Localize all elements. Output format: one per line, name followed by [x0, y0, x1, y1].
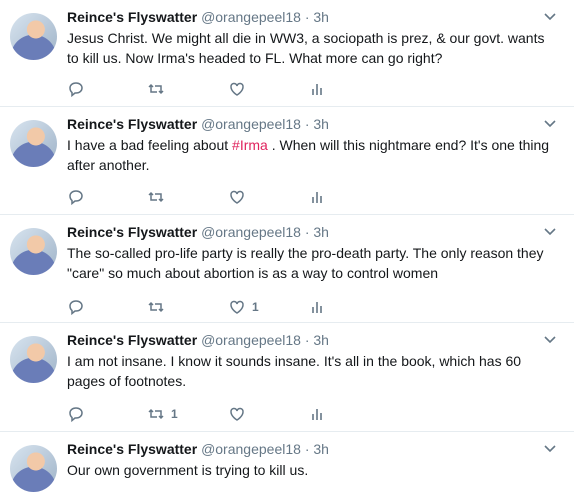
- tweet-actions: [67, 79, 347, 99]
- chevron-down-icon[interactable]: [542, 331, 558, 347]
- retweet-button[interactable]: [147, 187, 171, 207]
- reply-button[interactable]: [67, 187, 85, 207]
- avatar[interactable]: [10, 13, 57, 60]
- analytics-icon: [312, 302, 322, 313]
- retweet-button[interactable]: 1: [147, 404, 178, 424]
- reply-icon: [69, 190, 83, 206]
- handle[interactable]: @orangepeel18: [201, 332, 301, 348]
- tweet[interactable]: Reince's Flyswatter @orangepeel18 · 3h J…: [0, 0, 574, 107]
- analytics-icon: [312, 409, 322, 420]
- analytics-button[interactable]: [308, 79, 326, 99]
- tweet-actions: 1: [67, 297, 347, 317]
- analytics-icon: [312, 192, 322, 203]
- display-name[interactable]: Reince's Flyswatter: [67, 116, 197, 132]
- display-name[interactable]: Reince's Flyswatter: [67, 224, 197, 240]
- hashtag-link[interactable]: #Irma: [232, 137, 268, 153]
- retweet-icon: [148, 83, 164, 95]
- retweet-icon: [148, 191, 164, 203]
- tweet-actions: [67, 187, 347, 207]
- like-button[interactable]: [228, 404, 252, 424]
- timestamp[interactable]: · 3h: [305, 116, 329, 132]
- tweet-header: Reince's Flyswatter @orangepeel18 · 3h: [67, 331, 329, 349]
- reply-button[interactable]: [67, 79, 85, 99]
- tweet[interactable]: Reince's Flyswatter @orangepeel18 · 3h I…: [0, 323, 574, 432]
- tweet[interactable]: Reince's Flyswatter @orangepeel18 · 3h O…: [0, 432, 574, 492]
- avatar[interactable]: [10, 120, 57, 167]
- timestamp[interactable]: · 3h: [305, 224, 329, 240]
- heart-icon: [230, 407, 244, 421]
- tweet-text: Our own government is trying to kill us.: [67, 460, 557, 480]
- tweet-header: Reince's Flyswatter @orangepeel18 · 3h: [67, 223, 329, 241]
- display-name[interactable]: Reince's Flyswatter: [67, 441, 197, 457]
- reply-icon: [69, 300, 83, 316]
- reply-icon: [69, 407, 83, 423]
- retweet-icon: [148, 301, 164, 313]
- timestamp[interactable]: · 3h: [305, 441, 329, 457]
- timestamp[interactable]: · 3h: [305, 9, 329, 25]
- chevron-down-icon[interactable]: [542, 440, 558, 456]
- tweet-text: Jesus Christ. We might all die in WW3, a…: [67, 28, 557, 68]
- handle[interactable]: @orangepeel18: [201, 224, 301, 240]
- tweet-header: Reince's Flyswatter @orangepeel18 · 3h: [67, 8, 329, 26]
- avatar[interactable]: [10, 336, 57, 383]
- handle[interactable]: @orangepeel18: [201, 9, 301, 25]
- tweet-header: Reince's Flyswatter @orangepeel18 · 3h: [67, 115, 329, 133]
- retweet-count: 1: [171, 407, 178, 421]
- avatar[interactable]: [10, 228, 57, 275]
- tweet-text-part: Our own government is trying to kill us.: [67, 462, 309, 478]
- reply-button[interactable]: [67, 297, 85, 317]
- retweet-button[interactable]: [147, 297, 171, 317]
- chevron-down-icon[interactable]: [542, 115, 558, 131]
- tweet-text-part: The so-called pro-life party is really t…: [67, 245, 544, 281]
- heart-icon: [230, 82, 244, 96]
- like-button[interactable]: [228, 79, 252, 99]
- analytics-button[interactable]: [308, 297, 326, 317]
- analytics-icon: [312, 84, 322, 95]
- display-name[interactable]: Reince's Flyswatter: [67, 9, 197, 25]
- tweet-text-part: Jesus Christ. We might all die in WW3, a…: [67, 30, 545, 66]
- analytics-button[interactable]: [308, 404, 326, 424]
- analytics-button[interactable]: [308, 187, 326, 207]
- handle[interactable]: @orangepeel18: [201, 116, 301, 132]
- retweet-icon: [148, 408, 164, 420]
- chevron-down-icon[interactable]: [542, 223, 558, 239]
- tweet[interactable]: Reince's Flyswatter @orangepeel18 · 3h I…: [0, 107, 574, 215]
- tweet-header: Reince's Flyswatter @orangepeel18 · 3h: [67, 440, 329, 458]
- tweet-text-part: I am not insane. I know it sounds insane…: [67, 353, 522, 389]
- display-name[interactable]: Reince's Flyswatter: [67, 332, 197, 348]
- heart-icon: [230, 300, 244, 314]
- chevron-down-icon[interactable]: [542, 8, 558, 24]
- heart-icon: [230, 190, 244, 204]
- handle[interactable]: @orangepeel18: [201, 441, 301, 457]
- retweet-button[interactable]: [147, 79, 171, 99]
- tweet-text: I have a bad feeling about #Irma . When …: [67, 135, 557, 175]
- tweet-text-part: I have a bad feeling about: [67, 137, 233, 153]
- reply-icon: [69, 82, 83, 98]
- like-button[interactable]: [228, 187, 252, 207]
- like-button[interactable]: 1: [228, 297, 259, 317]
- tweet-actions: 1: [67, 404, 347, 424]
- tweet-text: The so-called pro-life party is really t…: [67, 243, 557, 283]
- reply-button[interactable]: [67, 404, 85, 424]
- like-count: 1: [252, 300, 259, 314]
- tweet[interactable]: Reince's Flyswatter @orangepeel18 · 3h T…: [0, 215, 574, 323]
- tweet-text: I am not insane. I know it sounds insane…: [67, 351, 557, 391]
- timestamp[interactable]: · 3h: [305, 332, 329, 348]
- avatar[interactable]: [10, 445, 57, 492]
